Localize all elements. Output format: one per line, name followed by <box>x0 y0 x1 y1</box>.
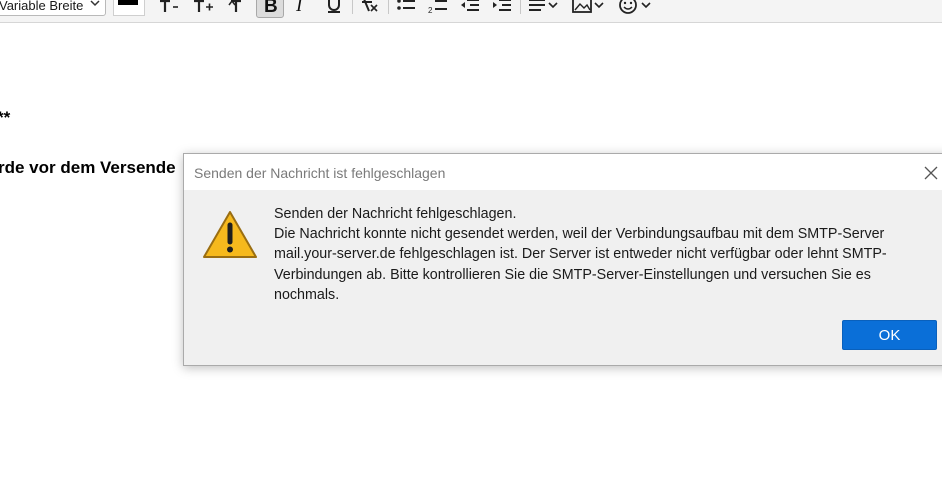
bulleted-list-icon <box>395 0 417 15</box>
toolbar-separator <box>520 0 521 14</box>
ok-button[interactable]: OK <box>842 320 937 350</box>
dialog-message: Senden der Nachricht fehlgeschlagen. Die… <box>274 204 924 305</box>
svg-text:2: 2 <box>428 6 433 15</box>
dialog-message-line: mail.your-server.de fehlgeschlagen ist. … <box>274 246 887 263</box>
insert-image-button[interactable] <box>570 0 608 16</box>
italic-icon: I <box>292 0 310 15</box>
font-family-value: Variable Breite <box>0 0 84 13</box>
dialog-message-line: Senden der Nachricht fehlgeschlagen. <box>274 206 517 222</box>
font-size-decrease-icon <box>157 0 179 15</box>
underline-icon <box>324 0 344 15</box>
svg-text:I: I <box>295 0 304 15</box>
numbered-list-button[interactable]: 2 <box>426 0 450 16</box>
text-color-button[interactable] <box>113 0 145 16</box>
font-size-up-icon <box>226 0 248 15</box>
bold-icon: B <box>260 0 280 16</box>
toolbar-separator <box>388 0 389 14</box>
toolbar-separator <box>352 0 353 14</box>
align-left-icon <box>527 0 561 15</box>
decrease-indent-button[interactable] <box>458 0 482 16</box>
formatting-toolbar: Variable Breite B I 2 <box>0 0 942 23</box>
bold-button[interactable]: B <box>256 0 284 18</box>
dialog-message-line: Die Nachricht konnte nicht gesendet werd… <box>274 226 885 243</box>
text-color-swatch <box>118 0 138 5</box>
dialog-message-line: Verbindungen ab. Bitte kontrollieren Sie… <box>274 266 871 283</box>
increase-indent-button[interactable] <box>490 0 514 16</box>
font-family-select[interactable]: Variable Breite <box>0 0 106 16</box>
image-icon <box>571 0 607 15</box>
close-icon[interactable] <box>924 166 938 180</box>
clear-formatting-button[interactable] <box>358 0 382 16</box>
warning-icon <box>202 209 258 266</box>
dialog-title: Senden der Nachricht ist fehlgeschlagen <box>194 165 446 181</box>
decrease-font-size-button[interactable] <box>156 0 180 16</box>
numbered-list-icon: 2 <box>427 0 449 15</box>
bulleted-list-button[interactable] <box>394 0 418 16</box>
dialog-titlebar: Senden der Nachricht ist fehlgeschlagen <box>184 154 942 190</box>
svg-text:B: B <box>264 0 278 16</box>
font-size-increase-icon <box>191 0 215 15</box>
font-size-up-button[interactable] <box>225 0 249 16</box>
send-error-dialog: Senden der Nachricht ist fehlgeschlagen … <box>183 153 942 366</box>
indent-icon <box>491 0 513 15</box>
increase-font-size-button[interactable] <box>190 0 216 16</box>
italic-button[interactable]: I <box>290 0 312 16</box>
align-button[interactable] <box>526 0 562 16</box>
underline-button[interactable] <box>322 0 346 16</box>
eraser-icon <box>359 0 381 15</box>
chevron-down-icon <box>89 0 101 12</box>
dialog-message-line: nochmals. <box>274 286 340 303</box>
message-body-line: ** <box>0 108 11 127</box>
message-body-line: rde vor dem Versende <box>0 158 176 177</box>
outdent-icon <box>459 0 481 15</box>
emoji-icon <box>617 0 655 15</box>
insert-emoji-button[interactable] <box>616 0 656 16</box>
